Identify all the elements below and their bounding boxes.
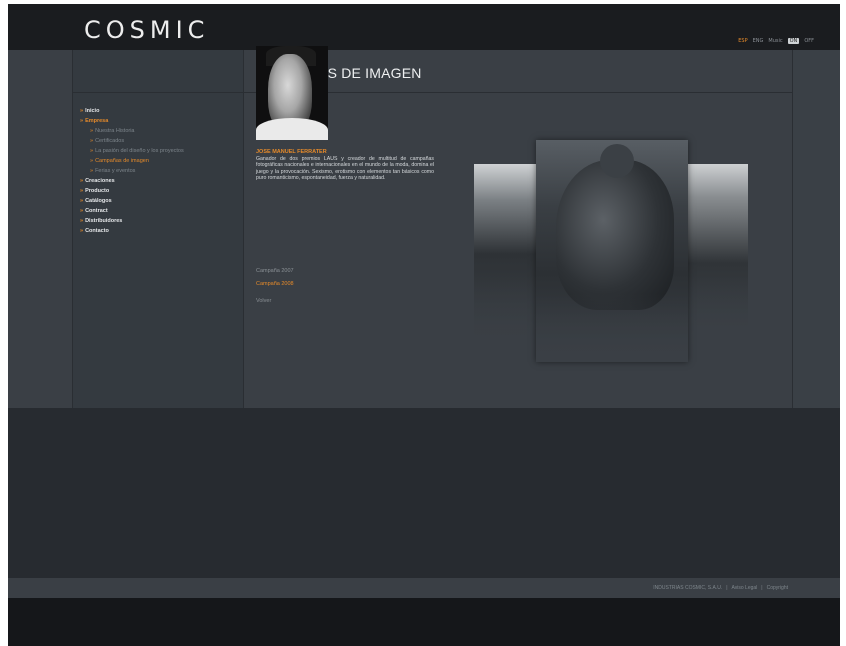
lower-panel bbox=[8, 408, 840, 578]
nav-item-inicio[interactable]: » Inicio bbox=[80, 106, 184, 116]
copyright-link[interactable]: Copyright bbox=[767, 585, 788, 591]
footer-links: INDUSTRIAS COSMIC, S.A.U. | Aviso Legal … bbox=[653, 585, 788, 591]
photo-figure bbox=[556, 160, 674, 310]
music-on-toggle[interactable]: ON bbox=[787, 38, 800, 44]
sidebar-nav: » Inicio » Empresa » Nuestra Historia » Cert… bbox=[80, 106, 184, 236]
nav-item-producto[interactable]: » Producto bbox=[80, 186, 184, 196]
lang-eng-link[interactable]: ENG bbox=[753, 38, 764, 44]
divider-line bbox=[243, 50, 244, 408]
nav-label: Nuestra Historia bbox=[95, 128, 135, 134]
photo-figure-head bbox=[600, 144, 634, 178]
nav-item-catalogos[interactable]: » Catálogos bbox=[80, 196, 184, 206]
footer-separator: | bbox=[761, 585, 763, 591]
photographer-portrait bbox=[256, 46, 328, 140]
bottom-bar bbox=[8, 598, 840, 646]
nav-item-empresa[interactable]: » Empresa bbox=[80, 116, 184, 126]
nav-label: Distribuidores bbox=[85, 218, 123, 224]
nav-label: Catálogos bbox=[85, 198, 112, 204]
photographer-bio: Ganador de dos premios LAUS y creador de… bbox=[256, 156, 434, 182]
campaign-2007-link[interactable]: Campaña 2007 bbox=[256, 268, 294, 274]
back-link[interactable]: Volver bbox=[256, 298, 294, 304]
nav-item-distribuidores[interactable]: » Distribuidores bbox=[80, 216, 184, 226]
chevron-right-icon: » bbox=[80, 228, 84, 234]
site-header: COSMIC ESP ENG Music ON OFF bbox=[8, 4, 840, 50]
nav-subitem-ferias[interactable]: » Ferias y eventos bbox=[80, 166, 184, 176]
legal-notice-link[interactable]: Aviso Legal bbox=[732, 585, 758, 591]
photo-reflection bbox=[474, 276, 538, 344]
divider-line bbox=[792, 50, 793, 408]
nav-item-contract[interactable]: » Contract bbox=[80, 206, 184, 216]
nav-label: Creaciones bbox=[85, 178, 115, 184]
nav-item-contacto[interactable]: » Contacto bbox=[80, 226, 184, 236]
chevron-right-icon: » bbox=[80, 198, 84, 204]
nav-subitem-pasion-diseno[interactable]: » La pasión del diseño y los proyectos bbox=[80, 146, 184, 156]
nav-label: Certificados bbox=[95, 138, 125, 144]
campaign-photo-gallery bbox=[474, 92, 750, 362]
portrait-shoulder bbox=[256, 118, 328, 140]
nav-label: Contacto bbox=[85, 228, 109, 234]
chevron-right-icon: » bbox=[90, 168, 94, 174]
chevron-right-icon: » bbox=[80, 188, 84, 194]
lang-esp-link[interactable]: ESP bbox=[738, 38, 747, 44]
campaign-2008-link[interactable]: Campaña 2008 bbox=[256, 281, 294, 287]
nav-subitem-certificados[interactable]: » Certificados bbox=[80, 136, 184, 146]
music-off-toggle[interactable]: OFF bbox=[804, 38, 814, 44]
nav-label: La pasión del diseño y los proyectos bbox=[95, 148, 184, 154]
photo-reflection bbox=[536, 294, 688, 362]
right-column bbox=[792, 50, 840, 408]
photo-reflection bbox=[686, 276, 748, 344]
divider-line bbox=[72, 50, 73, 408]
gallery-photo-previous[interactable] bbox=[474, 164, 538, 344]
chevron-right-icon: » bbox=[80, 208, 84, 214]
nav-label: Producto bbox=[85, 188, 110, 194]
photographer-name: JOSE MANUEL FERRATER bbox=[256, 149, 327, 155]
footer-company: INDUSTRIAS COSMIC, S.A.U. bbox=[653, 585, 723, 591]
page-frame: COSMIC ESP ENG Music ON OFF CAMPAÑAS DE … bbox=[8, 4, 840, 646]
chevron-right-icon: » bbox=[80, 108, 84, 114]
music-label: Music bbox=[768, 38, 783, 44]
site-footer: INDUSTRIAS COSMIC, S.A.U. | Aviso Legal … bbox=[8, 578, 840, 598]
photographer-info: JOSE MANUEL FERRATER Ganador de dos prem… bbox=[256, 149, 434, 182]
cosmic-logo[interactable]: COSMIC bbox=[84, 16, 209, 44]
nav-label: Ferias y eventos bbox=[95, 168, 136, 174]
nav-subitem-historia[interactable]: » Nuestra Historia bbox=[80, 126, 184, 136]
nav-label: Empresa bbox=[85, 118, 109, 124]
nav-label: Contract bbox=[85, 208, 108, 214]
gallery-photo-next[interactable] bbox=[686, 164, 748, 344]
nav-label: Inicio bbox=[85, 108, 100, 114]
footer-separator: | bbox=[726, 585, 728, 591]
nav-item-creaciones[interactable]: » Creaciones bbox=[80, 176, 184, 186]
nav-label: Campañas de imagen bbox=[95, 158, 149, 164]
chevron-right-icon: » bbox=[80, 178, 84, 184]
chevron-right-icon: » bbox=[90, 148, 94, 154]
chevron-right-icon: » bbox=[90, 158, 94, 164]
campaign-links: Campaña 2007 Campaña 2008 Volver bbox=[256, 268, 294, 304]
chevron-right-icon: » bbox=[80, 118, 84, 124]
chevron-right-icon: » bbox=[90, 138, 94, 144]
chevron-right-icon: » bbox=[80, 218, 84, 224]
nav-subitem-campanas-imagen[interactable]: » Campañas de imagen bbox=[80, 156, 184, 166]
gallery-photo-current[interactable] bbox=[536, 140, 688, 362]
chevron-right-icon: » bbox=[90, 128, 94, 134]
language-selector: ESP ENG Music ON OFF bbox=[738, 38, 814, 44]
sidebar-header bbox=[72, 50, 243, 93]
